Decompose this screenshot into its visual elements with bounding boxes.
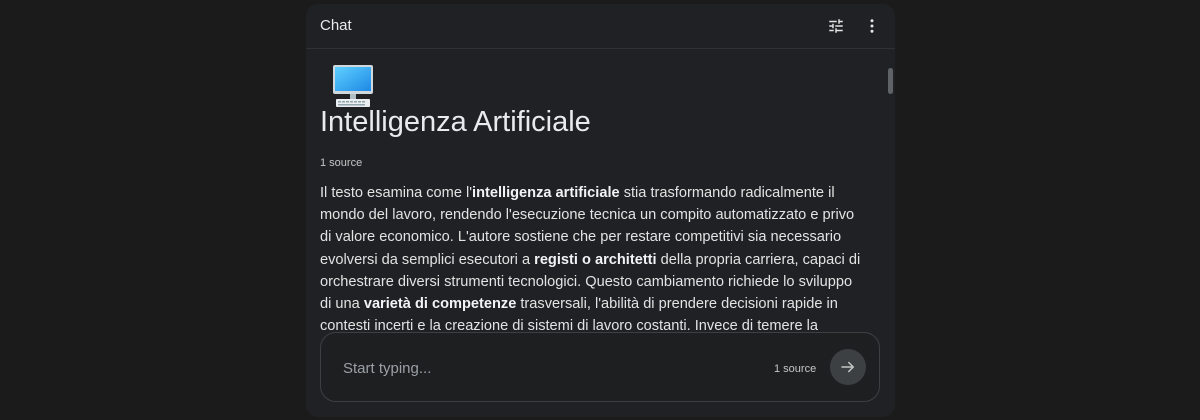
chat-title: Chat: [320, 17, 352, 34]
notebook-summary-area: Intelligenza Artificiale 1 source Il tes…: [320, 58, 865, 336]
send-button[interactable]: [830, 349, 866, 385]
more-options-button[interactable]: [858, 12, 886, 40]
summary-segment: Il testo esamina come l': [320, 185, 473, 201]
source-count: 1 source: [320, 157, 363, 169]
summary-keyword: intelligenza artificiale: [472, 185, 620, 201]
summary-keyword: registi o architetti: [534, 251, 657, 268]
summary-keyword: varietà di competenze: [363, 296, 517, 313]
chat-composer: 1 source: [320, 332, 880, 402]
arrow-right-icon: [841, 361, 854, 373]
composer-source-count: 1 source: [774, 363, 817, 375]
scrollbar-thumb[interactable]: [888, 68, 893, 94]
notebook-title: Intelligenza Artificiale: [320, 106, 591, 138]
summary-text: Il testo esamina come l'intelligenza art…: [320, 182, 865, 336]
computer-icon: [333, 65, 373, 107]
chat-header: Chat: [306, 4, 895, 49]
more-vert-icon: [870, 19, 874, 33]
chat-input[interactable]: [341, 355, 725, 381]
tune-icon: [829, 19, 843, 33]
tune-button[interactable]: [822, 12, 850, 40]
chat-panel: Chat Intelligenza Artificiale 1 source I…: [306, 4, 895, 417]
